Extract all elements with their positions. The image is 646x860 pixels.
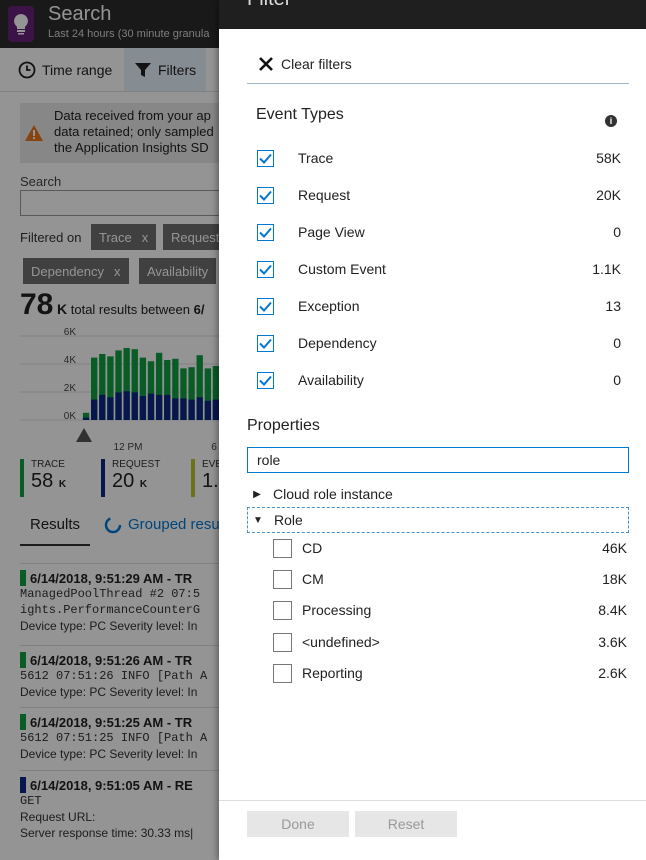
filter-panel-title: Filter [247,0,291,11]
event-type-row[interactable]: Page View 0 [257,220,621,244]
role-option[interactable]: <undefined> 3.6K [273,629,627,655]
role-count: 2.6K [598,665,627,681]
checkbox[interactable] [257,297,274,315]
event-type-name: Page View [298,224,365,240]
tree-item-label: Role [274,512,303,528]
event-types-title: Event Types [256,106,344,123]
role-name: Processing [302,602,372,618]
event-type-row[interactable]: Exception 13 [257,294,621,318]
reset-button[interactable]: Reset [355,811,457,837]
caret-right-icon: ▶ [253,488,261,500]
clear-filters-button[interactable]: Clear filters [247,44,629,84]
tree-item-role[interactable]: ▼ Role [247,507,629,533]
event-type-row[interactable]: Availability 0 [257,368,621,392]
role-count: 46K [602,540,627,556]
event-type-count: 0 [613,372,621,388]
event-type-name: Availability [298,372,364,388]
role-name: <undefined> [302,634,380,650]
role-option[interactable]: Reporting 2.6K [273,660,627,686]
properties-title: Properties [247,417,320,434]
checkbox[interactable] [257,186,274,204]
close-icon [259,56,273,71]
checkbox[interactable] [273,663,292,683]
event-type-count: 58K [596,150,621,166]
checkmark-icon [259,190,272,201]
checkmark-icon [259,375,272,386]
caret-down-icon: ▼ [253,514,263,526]
event-type-count: 1.1K [592,261,621,277]
property-search-input[interactable]: role [247,447,629,473]
checkmark-icon [259,338,272,349]
checkbox[interactable] [257,334,274,352]
event-type-row[interactable]: Trace 58K [257,146,621,170]
role-name: Reporting [302,665,363,681]
checkbox[interactable] [273,569,292,589]
checkmark-icon [259,153,272,164]
event-type-name: Trace [298,150,334,166]
event-type-count: 20K [596,187,621,203]
role-option[interactable]: CM 18K [273,566,627,592]
event-type-row[interactable]: Custom Event 1.1K [257,257,621,281]
checkbox[interactable] [273,632,292,652]
role-name: CM [302,571,324,587]
event-type-name: Dependency [298,335,377,351]
event-type-count: 0 [613,224,621,240]
event-type-count: 0 [613,335,621,351]
event-type-name: Custom Event [298,261,386,277]
filter-panel-footer: Done Reset [219,800,646,860]
tree-item-label: Cloud role instance [273,486,393,502]
event-type-row[interactable]: Dependency 0 [257,331,621,355]
role-count: 18K [602,571,627,587]
event-type-name: Request [298,187,351,203]
info-icon[interactable]: i [605,115,617,127]
tree-item-cloud-role-instance[interactable]: ▶ Cloud role instance [247,481,629,507]
done-button[interactable]: Done [247,811,349,837]
checkmark-icon [259,264,272,275]
checkbox[interactable] [273,538,292,558]
checkbox[interactable] [273,600,292,620]
event-type-row[interactable]: Request 20K [257,183,621,207]
checkbox[interactable] [257,371,274,389]
role-name: CD [302,540,323,556]
checkbox[interactable] [257,260,274,278]
role-count: 3.6K [598,634,627,650]
checkmark-icon [259,301,272,312]
role-count: 8.4K [598,602,627,618]
role-option[interactable]: Processing 8.4K [273,597,627,623]
filter-panel: Filter Clear filters Event Types i Trace… [219,0,646,860]
checkbox[interactable] [257,223,274,241]
clear-filters-label: Clear filters [281,55,352,72]
filter-panel-header: Filter [219,0,646,29]
event-type-name: Exception [298,298,360,314]
checkbox[interactable] [257,149,274,167]
event-type-count: 13 [605,298,621,314]
checkmark-icon [259,227,272,238]
role-option[interactable]: CD 46K [273,535,627,561]
